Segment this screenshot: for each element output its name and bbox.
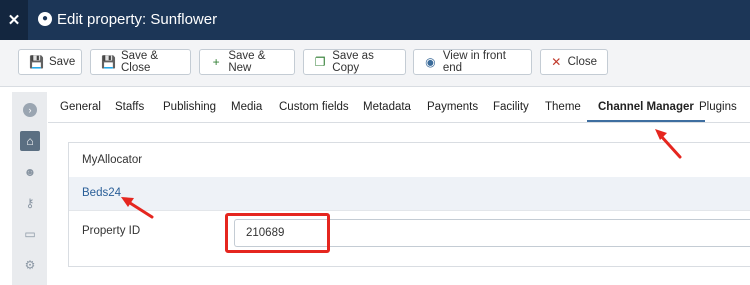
save-close-label: Save & Close — [121, 50, 159, 74]
view-front-end-label: View in front end — [442, 50, 506, 74]
tab-custom-fields[interactable]: Custom fields — [279, 92, 349, 122]
save-label: Save — [49, 56, 76, 68]
key-icon[interactable]: ⚷ — [20, 193, 40, 213]
provider-link[interactable]: Beds24 — [82, 187, 121, 199]
ticket-icon[interactable]: ▭ — [20, 224, 40, 244]
close-icon: ✕ — [551, 55, 562, 69]
save-close-button[interactable]: 💾 Save & Close — [90, 49, 191, 75]
tab-staffs[interactable]: Staffs — [115, 92, 144, 122]
tab-publishing[interactable]: Publishing — [163, 92, 216, 122]
edit-icon: ● — [38, 12, 52, 26]
eye-icon: ◉ — [425, 55, 436, 69]
copy-icon: ❐ — [314, 55, 326, 69]
provider-label: MyAllocator — [82, 154, 143, 166]
property-id-label: Property ID — [82, 225, 141, 237]
app-header: ✕ ● Edit property: Sunflower — [0, 0, 750, 40]
gears-icon[interactable]: ⚙ — [20, 255, 40, 275]
sidebar-toggle-icon[interactable]: › — [23, 103, 37, 117]
tab-theme[interactable]: Theme — [545, 92, 581, 122]
provider-row-beds24[interactable]: Beds24 — [69, 177, 750, 211]
tab-media[interactable]: Media — [231, 92, 262, 122]
save-new-label: Save & New — [228, 50, 266, 74]
tab-payments[interactable]: Payments — [427, 92, 478, 122]
tab-plugins[interactable]: Plugins — [699, 92, 737, 122]
tab-facility[interactable]: Facility — [493, 92, 529, 122]
tab-bar: General Staffs Publishing Media Custom f… — [48, 92, 750, 123]
property-id-input[interactable] — [234, 219, 750, 247]
save-icon: 💾 — [101, 55, 116, 69]
close-label: Close — [567, 56, 597, 68]
toolbar: 💾 Save 💾 Save & Close + Save & New ❐ Sav… — [0, 40, 750, 87]
save-button[interactable]: 💾 Save — [18, 49, 82, 75]
users-icon[interactable]: ☻ — [20, 162, 40, 182]
provider-row-myallocator[interactable]: MyAllocator — [69, 143, 750, 178]
channel-manager-panel: MyAllocator Beds24 Property ID — [68, 142, 750, 267]
save-new-button[interactable]: + Save & New — [199, 49, 295, 75]
sidebar: › ⌂ ☻ ⚷ ▭ ⚙ — [12, 92, 47, 285]
save-copy-button[interactable]: ❐ Save as Copy — [303, 49, 406, 75]
save-icon: 💾 — [29, 55, 44, 69]
view-front-end-button[interactable]: ◉ View in front end — [413, 49, 532, 75]
joomla-logo-icon[interactable]: ✕ — [0, 0, 28, 40]
plus-icon: + — [212, 55, 220, 69]
page-title: Edit property: Sunflower — [57, 11, 218, 28]
home-icon[interactable]: ⌂ — [20, 131, 40, 151]
tab-channel-manager[interactable]: Channel Manager — [587, 92, 705, 122]
tab-metadata[interactable]: Metadata — [363, 92, 411, 122]
close-button[interactable]: ✕ Close — [540, 49, 608, 75]
tab-general[interactable]: General — [60, 92, 101, 122]
save-copy-label: Save as Copy — [332, 50, 374, 74]
